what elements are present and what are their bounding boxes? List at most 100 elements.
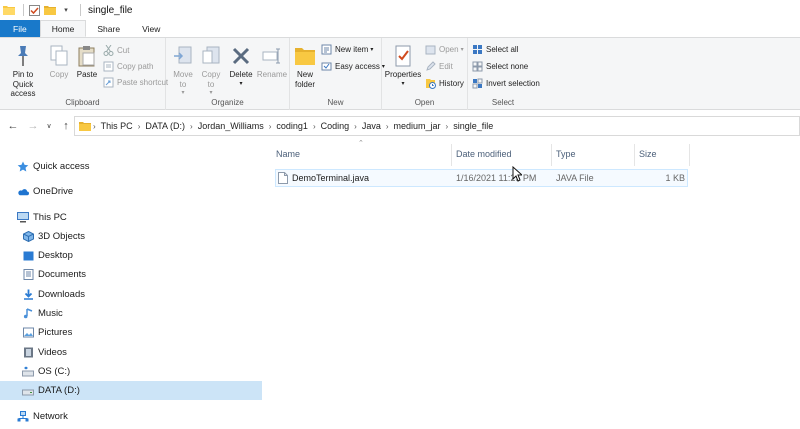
delete-dropdown-icon: ▾ bbox=[239, 80, 243, 87]
back-arrow-icon[interactable]: ← bbox=[6, 119, 20, 133]
select-all-button[interactable]: Select all bbox=[471, 42, 518, 56]
customize-dropdown-icon[interactable]: ▾ bbox=[60, 4, 72, 16]
copy-icon bbox=[47, 44, 71, 68]
forward-arrow-icon[interactable]: → bbox=[26, 119, 40, 133]
navigation-pane: Quick access OneDrive This PC 3D Objects… bbox=[0, 146, 262, 429]
copy-to-label: Copy to bbox=[201, 70, 221, 89]
tab-view[interactable]: View bbox=[131, 20, 171, 37]
breadcrumb-data-drive[interactable]: DATA (D:) bbox=[145, 121, 185, 131]
easy-access-button[interactable]: Easy access ▾ bbox=[320, 59, 385, 73]
pictures-icon bbox=[22, 327, 34, 339]
nav-data-drive[interactable]: DATA (D:) bbox=[0, 381, 262, 400]
desktop-icon bbox=[22, 250, 34, 262]
copy-to-icon bbox=[199, 44, 223, 68]
nav-label: Desktop bbox=[38, 250, 73, 261]
star-icon bbox=[17, 161, 29, 173]
pin-to-quick-access-button[interactable]: Pin to Quick access bbox=[2, 44, 44, 99]
edit-icon bbox=[424, 60, 436, 72]
breadcrumb-coding1[interactable]: coding1 bbox=[276, 121, 308, 131]
column-header-date[interactable]: Date modified bbox=[452, 146, 552, 162]
table-row[interactable]: DemoTerminal.java 1/16/2021 11:25 PM JAV… bbox=[275, 169, 688, 187]
tab-file[interactable]: File bbox=[0, 20, 40, 37]
invert-selection-label: Invert selection bbox=[486, 78, 540, 88]
new-item-icon bbox=[320, 43, 332, 55]
invert-selection-button[interactable]: Invert selection bbox=[471, 76, 540, 90]
column-header-name[interactable]: Name bbox=[272, 146, 452, 162]
nav-onedrive[interactable]: OneDrive bbox=[0, 182, 262, 201]
breadcrumb-coding[interactable]: Coding bbox=[321, 121, 350, 131]
documents-icon bbox=[22, 269, 34, 281]
clipboard-group: Pin to Quick access Copy Paste Cut Copy … bbox=[0, 38, 168, 110]
select-all-icon bbox=[471, 43, 483, 55]
nav-pictures[interactable]: Pictures bbox=[0, 323, 262, 342]
breadcrumb-this-pc[interactable]: This PC bbox=[101, 121, 133, 131]
new-folder-quick-icon[interactable] bbox=[44, 4, 56, 16]
file-type: JAVA File bbox=[556, 173, 594, 183]
nav-this-pc[interactable]: This PC bbox=[0, 208, 262, 227]
copy-to-button[interactable]: Copy to ▾ bbox=[198, 44, 224, 99]
nav-videos[interactable]: Videos bbox=[0, 343, 262, 362]
edit-button[interactable]: Edit bbox=[424, 59, 453, 73]
nav-os-drive[interactable]: OS (C:) bbox=[0, 362, 262, 381]
rename-button[interactable]: Rename bbox=[256, 44, 288, 80]
nav-3d-objects[interactable]: 3D Objects bbox=[0, 227, 262, 246]
nav-downloads[interactable]: Downloads bbox=[0, 285, 262, 304]
nav-label: Videos bbox=[38, 347, 67, 358]
easy-access-icon bbox=[320, 60, 332, 72]
new-item-button[interactable]: New item ▾ bbox=[320, 42, 373, 56]
column-header-type[interactable]: Type bbox=[552, 146, 634, 162]
properties-button[interactable]: Properties ▾ bbox=[384, 44, 422, 89]
properties-label: Properties bbox=[384, 70, 422, 79]
copy-path-button[interactable]: Copy path bbox=[102, 59, 153, 73]
copy-button[interactable]: Copy bbox=[46, 44, 72, 80]
history-button[interactable]: History bbox=[424, 76, 464, 90]
computer-icon bbox=[17, 212, 29, 224]
crumb-separator-icon: › bbox=[190, 121, 193, 131]
open-group: Properties ▾ Open ▾ Edit History Open bbox=[382, 38, 468, 110]
paste-shortcut-button[interactable]: Paste shortcut bbox=[102, 75, 168, 89]
up-arrow-icon[interactable]: ↑ bbox=[59, 119, 73, 133]
select-none-icon bbox=[471, 60, 483, 72]
breadcrumb-user-folder[interactable]: Jordan_Williams bbox=[198, 121, 264, 131]
breadcrumb-medium-jar[interactable]: medium_jar bbox=[394, 121, 441, 131]
file-name-cell[interactable]: DemoTerminal.java bbox=[278, 170, 453, 186]
new-folder-button[interactable]: New folder bbox=[292, 44, 318, 89]
delete-button[interactable]: Delete ▾ bbox=[228, 44, 254, 89]
rename-icon bbox=[260, 44, 284, 68]
breadcrumb-single-file[interactable]: single_file bbox=[453, 121, 493, 131]
paste-shortcut-label: Paste shortcut bbox=[117, 77, 169, 87]
properties-check-icon[interactable] bbox=[28, 4, 40, 16]
nav-desktop[interactable]: Desktop bbox=[0, 246, 262, 265]
nav-quick-access[interactable]: Quick access bbox=[0, 157, 262, 176]
new-group: New folder New item ▾ Easy access ▾ New bbox=[290, 38, 385, 110]
tab-home[interactable]: Home bbox=[39, 20, 87, 37]
move-to-label: Move to bbox=[173, 70, 193, 89]
cloud-icon bbox=[17, 186, 29, 198]
open-button[interactable]: Open ▾ bbox=[424, 42, 464, 56]
paste-button[interactable]: Paste bbox=[74, 44, 100, 80]
nav-documents[interactable]: Documents bbox=[0, 265, 262, 284]
column-header-size[interactable]: Size bbox=[635, 146, 689, 162]
nav-label: Pictures bbox=[38, 327, 73, 338]
cut-button[interactable]: Cut bbox=[102, 43, 129, 57]
move-to-icon bbox=[171, 44, 195, 68]
move-to-button[interactable]: Move to ▾ bbox=[170, 44, 196, 99]
drive-icon bbox=[22, 385, 34, 397]
address-bar[interactable]: › This PC › DATA (D:) › Jordan_Williams … bbox=[74, 116, 800, 136]
paste-label: Paste bbox=[76, 70, 98, 79]
breadcrumb-java[interactable]: Java bbox=[362, 121, 381, 131]
column-divider[interactable] bbox=[689, 144, 690, 166]
nav-label: DATA (D:) bbox=[38, 385, 80, 396]
nav-label: Quick access bbox=[33, 161, 90, 172]
easy-access-label: Easy access bbox=[335, 61, 380, 71]
organize-group: Move to ▾ Copy to ▾ Delete ▾ Rename Orga… bbox=[166, 38, 290, 110]
edit-label: Edit bbox=[439, 61, 453, 71]
open-label: Open bbox=[439, 44, 459, 54]
mouse-cursor-icon bbox=[512, 165, 524, 182]
nav-music[interactable]: Music bbox=[0, 304, 262, 323]
nav-network[interactable]: Network bbox=[0, 407, 262, 426]
recent-locations-chevron-icon[interactable]: ∨ bbox=[42, 119, 56, 133]
crumb-separator-icon: › bbox=[268, 121, 272, 131]
tab-share[interactable]: Share bbox=[86, 20, 131, 37]
select-none-button[interactable]: Select none bbox=[471, 59, 528, 73]
